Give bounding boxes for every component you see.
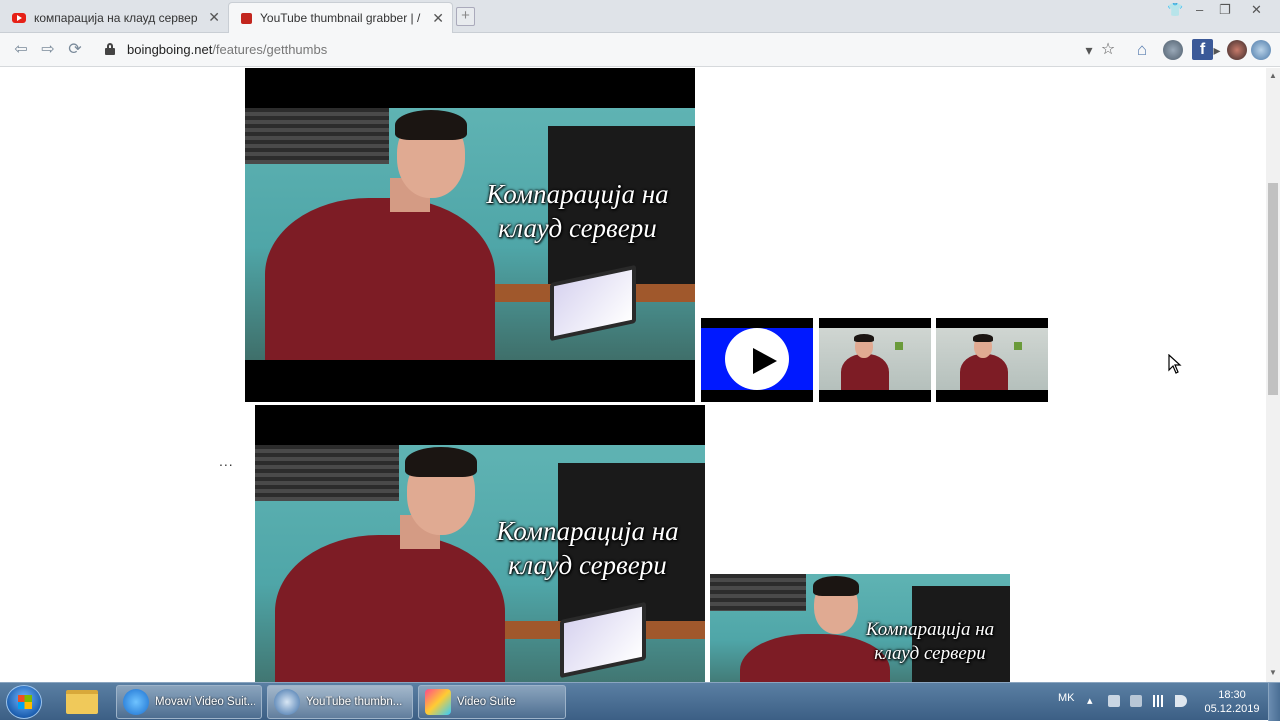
power-icon[interactable] [1130, 695, 1142, 707]
tab-close-icon[interactable]: ✕ [208, 9, 220, 26]
youtube-favicon-icon [12, 12, 26, 23]
tab-title: компарација на клауд сервери - [34, 10, 198, 25]
clock-date: 05.12.2019 [1204, 703, 1260, 715]
caption-line-1: Компарација на [486, 179, 669, 209]
windows-logo-icon [18, 695, 32, 709]
thumbnail-caption: Компарација на клауд сервери [850, 618, 1010, 666]
thumbnail-frame-1[interactable] [819, 318, 931, 402]
taskbar-item-browser[interactable]: YouTube thumbn... [267, 685, 413, 719]
menu-icon[interactable] [1251, 40, 1271, 60]
more-ellipsis: ... [219, 453, 234, 469]
minimize-button[interactable]: – [1196, 2, 1203, 17]
tab-title: YouTube thumbnail grabber | / Bo [260, 11, 424, 25]
caption-line-1: Компарација на [865, 619, 995, 640]
start-button[interactable] [6, 685, 42, 719]
taskbar-item-movavi[interactable]: Movavi Video Suit... [116, 685, 262, 719]
taskbar-item-video-suite[interactable]: Video Suite [418, 685, 566, 719]
caption-line-1: Компарација на [496, 516, 679, 546]
video-suite-icon [425, 689, 451, 715]
windows-taskbar: Movavi Video Suit... YouTube thumbn... V… [0, 682, 1280, 721]
caption-line-2: клауд сервери [508, 549, 667, 580]
taskbar-item-label: Video Suite [457, 696, 516, 708]
vertical-scrollbar[interactable]: ▲ ▼ [1266, 68, 1280, 682]
caption-line-2: клауд сервери [874, 642, 986, 664]
thumbnail-scene: Компарација на клауд сервери [255, 445, 705, 682]
clock-time: 18:30 [1218, 689, 1246, 701]
file-explorer-icon[interactable] [66, 690, 98, 714]
page-viewport: Компарација на клауд сервери ... Компара… [0, 68, 1266, 682]
scrollbar-thumb[interactable] [1268, 183, 1278, 395]
mouse-cursor-icon [1168, 353, 1182, 379]
volume-icon[interactable] [1175, 695, 1187, 707]
url-domain: boingboing.net [127, 42, 213, 57]
play-icon [753, 348, 777, 374]
tab-close-icon[interactable]: ✕ [432, 10, 444, 27]
thumbnail-mqdefault[interactable]: Компарација на клауд сервери [710, 574, 1010, 682]
system-clock[interactable]: 18:30 05.12.2019 [1200, 688, 1264, 716]
forward-button[interactable]: ⇨ [38, 40, 58, 60]
url-path: /features/getthumbs [212, 42, 328, 57]
thumbnail-caption: Компарација на клауд сервери [470, 515, 705, 583]
taskbar-item-label: YouTube thumbn... [306, 696, 403, 708]
bookmark-star-icon[interactable]: ☆ [1098, 40, 1118, 60]
thumbnail-frame-2[interactable] [936, 318, 1048, 402]
skin-icon[interactable]: 👕 [1167, 2, 1183, 18]
back-button[interactable]: ⇦ [11, 40, 31, 60]
scroll-up-icon[interactable]: ▲ [1269, 71, 1277, 80]
new-tab-button[interactable]: + [456, 7, 475, 26]
movavi-icon [123, 689, 149, 715]
taskbar-item-label: Movavi Video Suit... [155, 696, 255, 708]
show-desktop-button[interactable] [1268, 683, 1280, 721]
restore-button[interactable]: ❐ [1219, 2, 1231, 18]
thumbnail-maxres[interactable]: Компарација на клауд сервери [245, 68, 695, 402]
action-center-flag-icon[interactable] [1108, 695, 1120, 707]
home-icon[interactable]: ⌂ [1132, 40, 1152, 60]
extension-icon[interactable] [1163, 40, 1183, 60]
extension-arrow-icon: ▸ [1213, 42, 1221, 58]
network-signal-icon[interactable] [1153, 695, 1165, 707]
lock-icon[interactable] [105, 43, 115, 55]
close-window-button[interactable]: ✕ [1251, 2, 1262, 18]
tab-thumbnail-grabber[interactable]: YouTube thumbnail grabber | / Bo ✕ [228, 2, 453, 33]
caption-line-2: клауд сервери [498, 212, 657, 243]
thumbnail-caption: Компарација на клауд сервери [460, 178, 695, 246]
language-indicator[interactable]: MK [1058, 692, 1075, 704]
address-bar[interactable]: boingboing.net/features/getthumbs [127, 42, 327, 57]
thumbnail-scene: Компарација на клауд сервери [245, 108, 695, 360]
browser-toolbar: ⇦ ⇨ ⟳ boingboing.net/features/getthumbs … [0, 33, 1280, 67]
browser-icon [274, 689, 300, 715]
profile-avatar[interactable] [1227, 40, 1247, 60]
url-dropdown-icon[interactable]: ▾ [1079, 40, 1099, 60]
tab-youtube-video[interactable]: компарација на клауд сервери - ✕ [0, 2, 228, 33]
tab-strip: компарација на клауд сервери - ✕ YouTube… [0, 0, 1280, 33]
scroll-down-icon[interactable]: ▼ [1269, 668, 1277, 677]
thumbnail-play-placeholder[interactable] [701, 318, 813, 402]
show-hidden-icons-icon[interactable]: ▴ [1087, 694, 1099, 707]
boingboing-favicon-icon [241, 12, 252, 24]
thumbnail-scene: Компарација на клауд сервери [710, 574, 1010, 682]
facebook-icon[interactable]: f [1192, 39, 1213, 60]
reload-button[interactable]: ⟳ [65, 40, 85, 60]
thumbnail-hqdefault[interactable]: Компарација на клауд сервери [255, 405, 705, 682]
